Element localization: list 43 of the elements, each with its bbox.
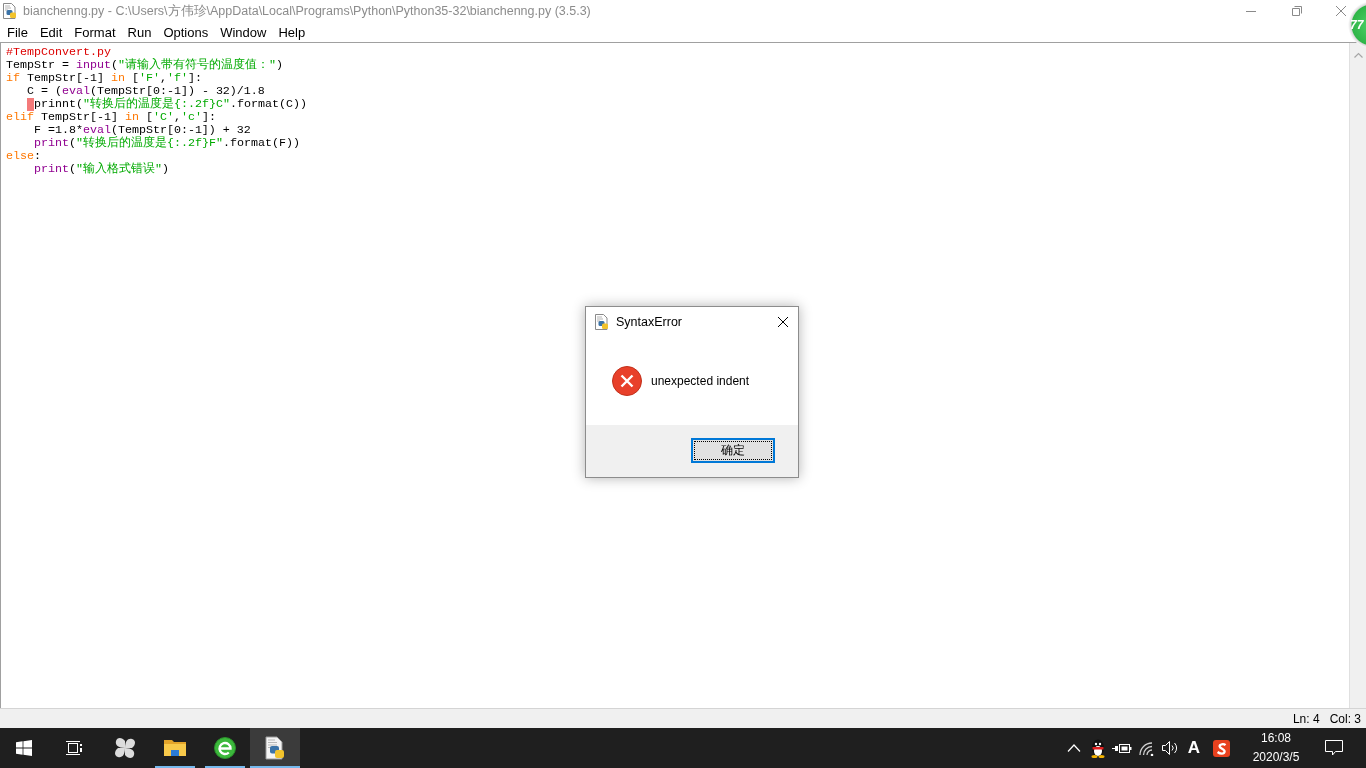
code-line: prinnt("转换后的温度是{:.2f}C".format(C)) xyxy=(34,97,307,111)
dialog-message: unexpected indent xyxy=(651,374,750,388)
menu-item[interactable]: File xyxy=(1,22,34,42)
code-line: #TempConvert.py xyxy=(6,45,111,59)
input-mode-indicator[interactable]: A xyxy=(1182,728,1206,768)
chevron-up-icon[interactable] xyxy=(1067,744,1081,752)
volume-icon[interactable] xyxy=(1161,740,1179,756)
code-line: else: xyxy=(6,149,41,163)
wifi-icon[interactable] xyxy=(1137,740,1155,756)
windows-logo-icon[interactable] xyxy=(16,740,32,756)
menu-item[interactable]: Edit xyxy=(33,22,69,42)
penguin-icon[interactable] xyxy=(1090,738,1106,758)
pinwheel-icon[interactable] xyxy=(113,736,137,760)
python-file-icon xyxy=(594,314,610,330)
input-method-icon[interactable] xyxy=(1212,739,1230,757)
folder-icon[interactable] xyxy=(163,738,187,758)
confirm-button[interactable]: 确定 xyxy=(691,438,775,463)
dialog-title: SyntaxError xyxy=(616,315,682,329)
task-view-icon[interactable] xyxy=(65,740,83,756)
restore-icon[interactable] xyxy=(1292,6,1302,16)
error-icon xyxy=(612,366,642,396)
status-line: Ln: 4 xyxy=(1292,711,1320,726)
code-line: print("输入格式错误") xyxy=(34,162,169,176)
menu-item[interactable]: Run xyxy=(121,22,158,42)
battery-plug-icon[interactable] xyxy=(1112,741,1132,755)
clock[interactable]: 16:08 2020/3/5 xyxy=(1240,728,1312,768)
browser-icon[interactable] xyxy=(213,736,237,760)
taskbar-app[interactable] xyxy=(250,728,300,768)
menu-item[interactable]: Help xyxy=(272,22,312,42)
menu-item[interactable]: Format xyxy=(68,22,122,42)
code-line: TempStr = input("请输入带有符号的温度值：") xyxy=(6,58,283,72)
code-line: print("转换后的温度是{:.2f}F".format(F)) xyxy=(34,136,300,150)
code-line: F =1.8*eval(TempStr[0:-1]) + 32 xyxy=(34,123,251,137)
window-title: bianchenng.py - C:\Users\方伟珍\AppData\Local\Programs\Python\Python35-32\bianchenng.py (3.5.3) xyxy=(23,2,591,20)
code-line: elif TempStr[-1] in ['C','c']: xyxy=(6,110,216,124)
code-line: C = (eval(TempStr[0:-1]) - 32)/1.8 xyxy=(27,84,265,98)
menu-item[interactable]: Window xyxy=(214,22,273,42)
close-icon[interactable] xyxy=(778,317,788,327)
status-column: Col: 3 xyxy=(1329,711,1361,726)
notification-icon[interactable] xyxy=(1324,739,1344,757)
menu-item[interactable]: Options xyxy=(157,22,215,42)
code-line: if TempStr[-1] in ['F','f']: xyxy=(6,71,202,85)
python-file-icon[interactable] xyxy=(263,736,287,760)
